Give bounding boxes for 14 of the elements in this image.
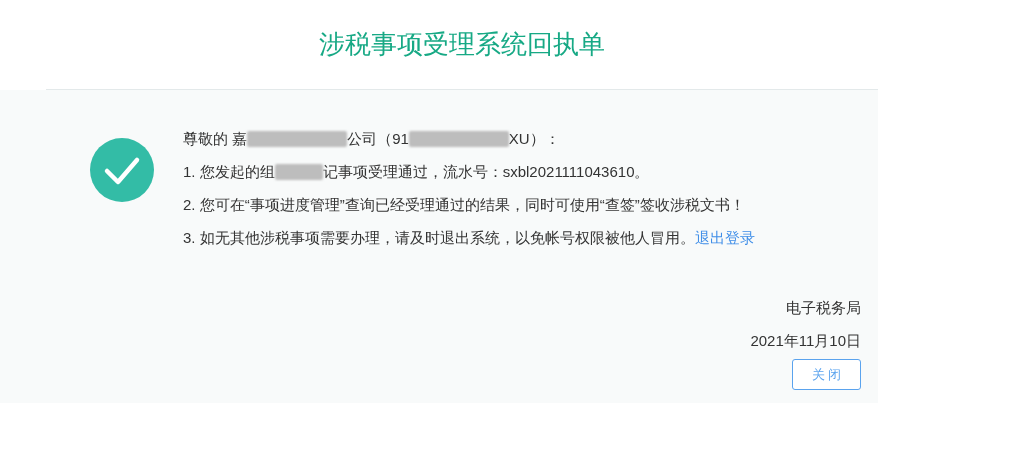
- page-title: 涉税事项受理系统回执单: [319, 28, 605, 61]
- message-text: XU）：: [508, 129, 560, 149]
- message-text: 记事项受理通过，流水号：sxbl2021111043610。: [322, 162, 650, 182]
- checkmark-icon: [90, 138, 154, 202]
- message-text: 公司（91: [347, 129, 409, 149]
- redaction-bar: [274, 164, 323, 180]
- close-button[interactable]: 关 闭: [792, 359, 861, 390]
- date-text: 2021年11月10日: [750, 331, 861, 351]
- message-text: 尊敬的 嘉: [183, 129, 248, 149]
- logout-link[interactable]: 退出登录: [694, 226, 755, 250]
- issuer-text: 电子税务局: [786, 298, 861, 318]
- message-text: 3. 如无其他涉税事项需要办理，请及时退出系统，以免帐号权限被他人冒用。: [183, 228, 695, 248]
- message-text: 2. 您可在“事项进度管理”查询已经受理通过的结果，同时可使用“查签”签收涉税文书！: [183, 195, 745, 215]
- message-text: 1. 您发起的组: [183, 162, 275, 182]
